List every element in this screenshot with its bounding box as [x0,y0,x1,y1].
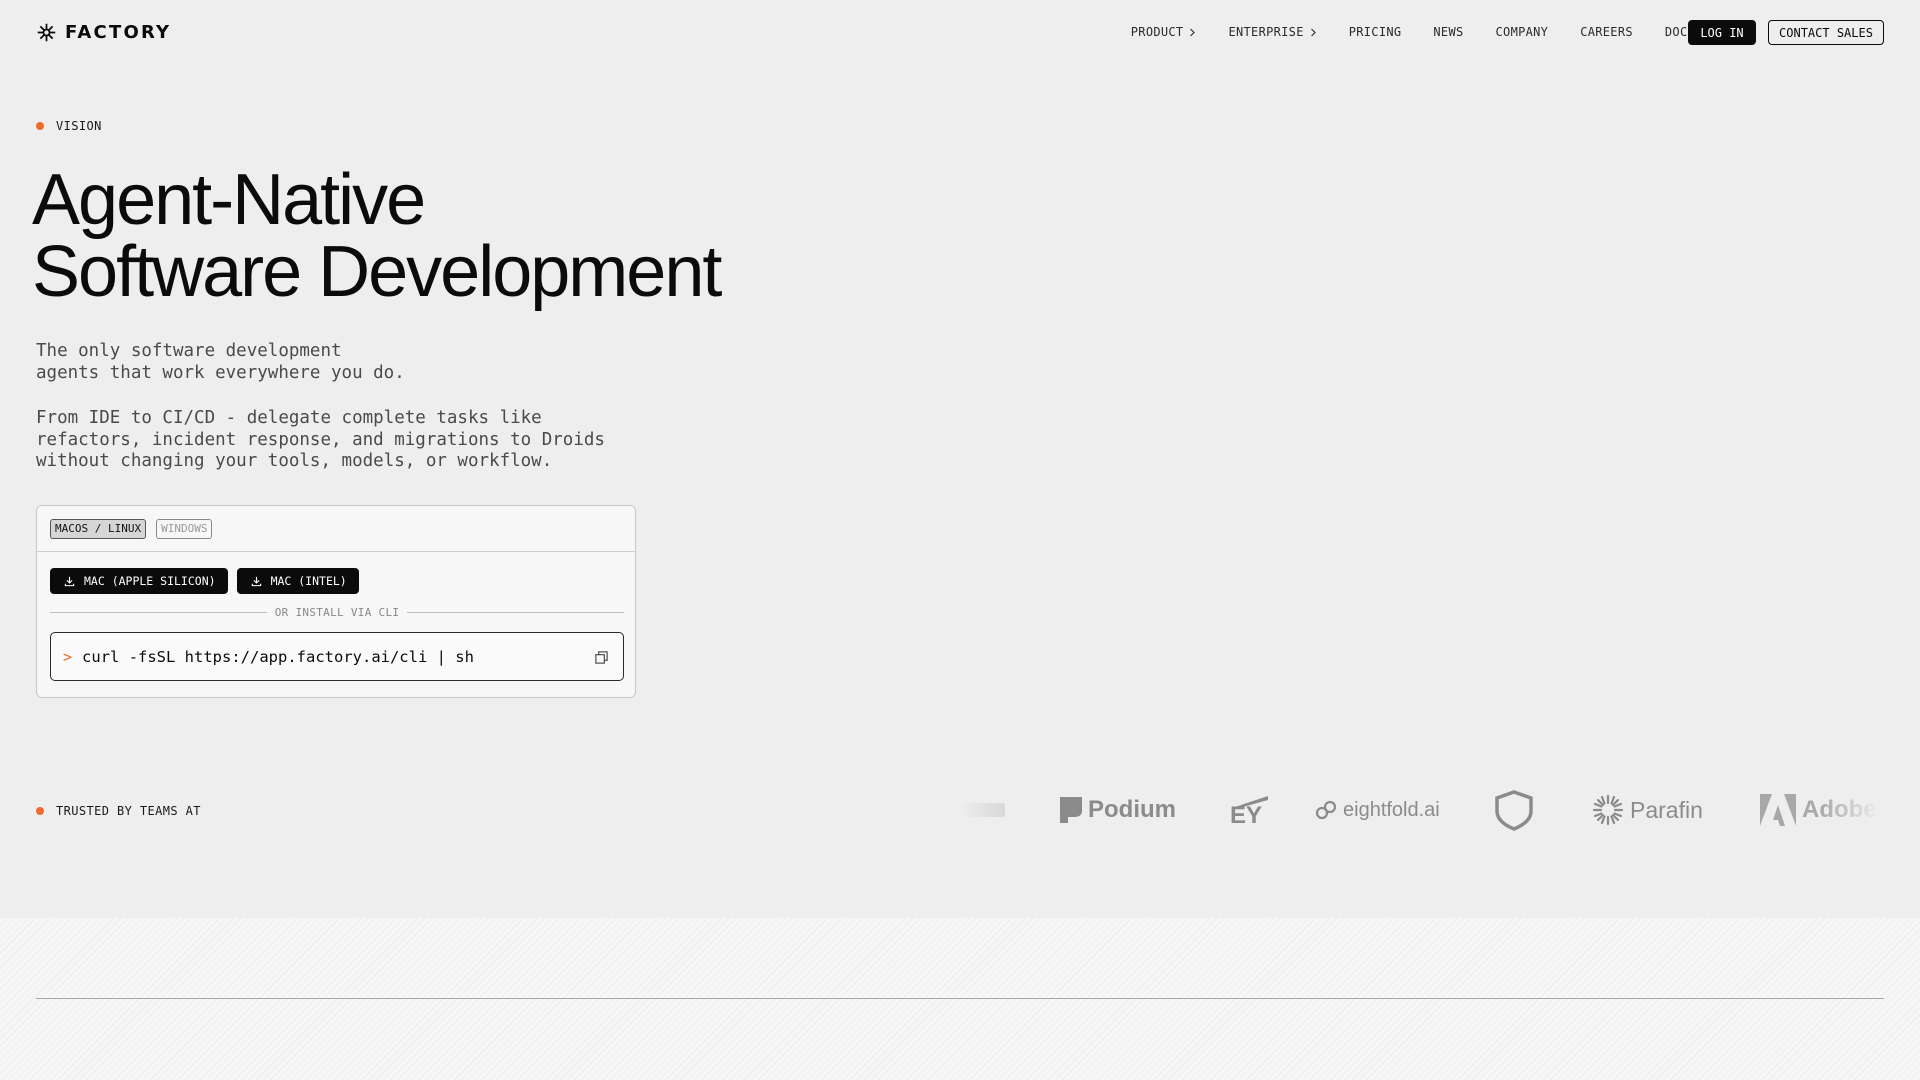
hero-title-line-2: Software Development [32,232,722,312]
download-icon [251,576,261,586]
install-panel: MACOS / LINUX WINDOWS MAC (APPLE SILICON… [36,505,636,698]
tab-windows[interactable]: WINDOWS [156,518,213,539]
download-buttons: MAC (APPLE SILICON) MAC (INTEL) [50,568,359,594]
divider-text: OR INSTALL VIA CLI [274,605,400,619]
nav-link-pricing[interactable]: PRICING [1349,25,1402,39]
divider-line [50,611,267,613]
login-button[interactable]: LOG IN [1688,20,1756,45]
download-mac-apple-silicon-button[interactable]: MAC (APPLE SILICON) [50,568,228,594]
adobe-icon [1760,794,1796,826]
factory-logo-icon [37,23,56,41]
carousel-fade-right [1820,780,1880,840]
hero-desc-line: agents that work everywhere you do. [36,362,405,383]
contact-sales-button[interactable]: CONTACT SALES [1768,20,1884,45]
copy-icon[interactable] [594,650,609,665]
nav-links: PRODUCT ENTERPRISE PRICING NEWS COMPANY … [1131,19,1695,45]
customer-logos-carousel: Podium EY eightfold.ai Parafin [960,780,1880,840]
vision-tag: VISION [36,119,102,133]
vision-tag-label: VISION [56,119,102,133]
cli-divider: OR INSTALL VIA CLI [50,605,625,619]
hero-title: Agent-Native Software Development [32,164,932,308]
download-icon [64,576,75,586]
nav-link-label: PRICING [1348,25,1402,39]
eightfold-logo: eightfold.ai [1315,780,1440,840]
factory-logo[interactable]: FACTORY [36,20,171,44]
hero-title-line-1: Agent-Native [32,160,426,240]
nav-link-enterprise[interactable]: ENTERPRISE [1228,25,1316,39]
nav-link-label: ENTERPRISE [1228,25,1304,39]
eightfold-logo-text: eightfold.ai [1343,798,1440,821]
os-tabs: MACOS / LINUX WINDOWS [37,506,635,552]
podium-icon [1060,797,1082,823]
trusted-tag-label: TRUSTED BY TEAMS AT [56,804,201,818]
download-button-label: MAC (APPLE SILICON) [84,574,216,588]
cli-command-box[interactable]: > curl -fsSL https://app.factory.ai/cli … [50,632,624,681]
cli-command-text: curl -fsSL https://app.factory.ai/cli | … [82,647,474,666]
hatched-section [0,918,1920,1080]
logo-text: FACTORY [65,21,172,43]
hero-desc-line: From IDE to CI/CD - delegate complete ta… [36,408,542,428]
nav-link-label: NEWS [1433,25,1464,39]
hero-desc-line: refactors, incident response, and migrat… [36,429,605,450]
nav-link-news[interactable]: NEWS [1433,25,1463,39]
parafin-logo-text: Parafin [1630,796,1703,823]
orange-dot-icon [36,122,44,130]
ey-logo: EY [1230,780,1270,840]
tab-macos-linux[interactable]: MACOS / LINUX [50,518,147,539]
download-mac-intel-button[interactable]: MAC (INTEL) [236,568,359,594]
podium-logo: Podium [1060,780,1176,840]
download-button-label: MAC (INTEL) [270,574,347,588]
divider-line [407,611,625,613]
chevron-right-icon [1190,28,1196,36]
shield-icon [1495,790,1533,831]
hero-description-1: The only software development agents tha… [36,341,676,384]
nav-link-product[interactable]: PRODUCT [1131,25,1197,39]
nav-link-label: PRODUCT [1130,25,1184,39]
orange-dot-icon [36,807,44,815]
nav-link-careers[interactable]: CAREERS [1580,25,1633,39]
hero-desc-line: The only software development [36,341,342,361]
carousel-fade-left [960,780,1020,840]
parafin-logo: Parafin [1592,780,1703,840]
chevron-right-icon [1310,28,1316,36]
ey-logo-text: EY [1230,802,1263,829]
nav-link-label: COMPANY [1495,25,1549,39]
hero-description-2: From IDE to CI/CD - delegate complete ta… [36,408,676,473]
parafin-sunburst-icon [1592,794,1624,826]
section-divider [36,998,1884,999]
nav-link-company[interactable]: COMPANY [1496,25,1549,39]
top-nav: FACTORY PRODUCT ENTERPRISE PRICING NEWS … [0,0,1920,64]
trusted-tag: TRUSTED BY TEAMS AT [36,804,201,818]
podium-logo-text: Podium [1088,796,1176,823]
nav-link-label: CAREERS [1580,25,1633,39]
shield-logo [1493,780,1535,840]
hero-desc-line: without changing your tools, models, or … [36,451,553,471]
eightfold-link-icon [1315,800,1337,820]
cli-prompt: > [63,647,73,666]
